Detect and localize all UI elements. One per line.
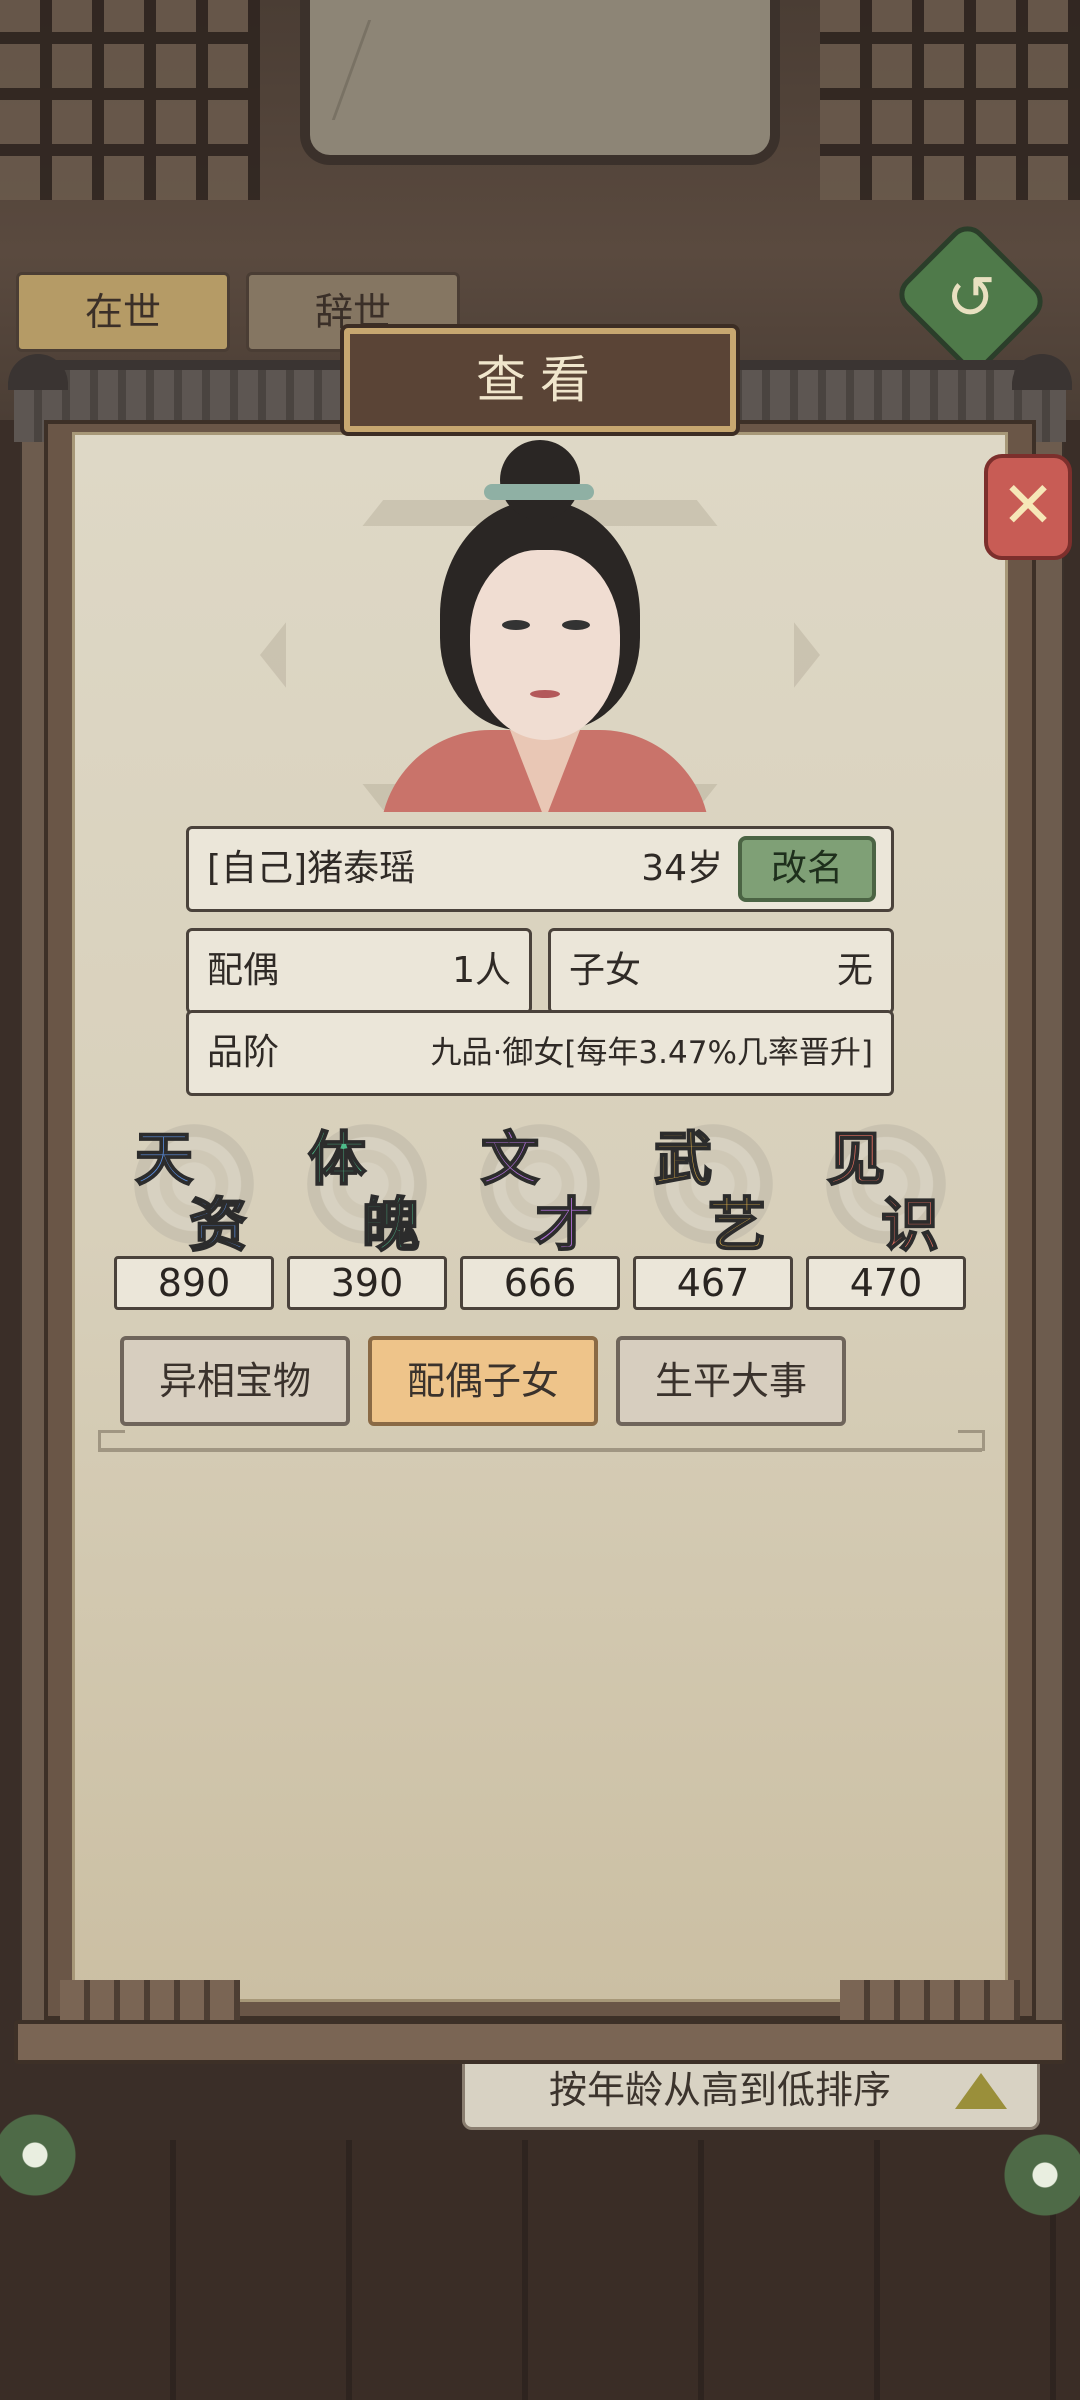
stat-value: 890 [114, 1256, 274, 1310]
wall-painting [300, 0, 780, 165]
stat-martial: 武 艺 467 [633, 1112, 793, 1310]
children-label: 子女 [569, 950, 642, 991]
children-row: 子女 无 [548, 928, 894, 1014]
stat-char-2: 魄 [361, 1190, 421, 1260]
tab-spouse-children[interactable]: 配偶子女 [368, 1336, 598, 1426]
character-portrait [380, 440, 710, 812]
flower-decoration-right [1000, 2130, 1080, 2220]
floor [0, 2140, 1080, 2400]
window-lattice-right [820, 0, 1080, 200]
sort-triangle-icon [955, 2073, 1007, 2109]
stat-char-1: 文 [480, 1124, 540, 1194]
stat-physique: 体 魄 390 [287, 1112, 447, 1310]
rank-value: 九品·御女[每年3.47%几率晋升] [430, 1035, 873, 1071]
stat-char-2: 艺 [707, 1190, 767, 1260]
section-divider [98, 1448, 982, 1452]
stat-value: 390 [287, 1256, 447, 1310]
tab-life-events[interactable]: 生平大事 [616, 1336, 846, 1426]
children-value: 无 [836, 950, 873, 991]
window-lattice-left [0, 0, 260, 200]
stat-talent: 天 资 890 [114, 1112, 274, 1310]
base-rail-right [840, 1980, 1020, 2020]
back-arrow-icon: ↺ [945, 263, 997, 333]
tab-treasures[interactable]: 异相宝物 [120, 1336, 350, 1426]
rename-button[interactable]: 改名 [738, 836, 876, 902]
divider-ornament-right [958, 1430, 985, 1451]
divider-ornament-left [98, 1430, 125, 1451]
stat-value: 470 [806, 1256, 966, 1310]
modal-title: 查看 [476, 351, 604, 409]
stat-char-2: 识 [880, 1190, 940, 1260]
stat-char-1: 见 [826, 1124, 886, 1194]
stat-char-1: 武 [653, 1124, 713, 1194]
rank-label: 品阶 [207, 1032, 280, 1073]
stat-value: 666 [460, 1256, 620, 1310]
stat-badge: 武 艺 [638, 1112, 788, 1260]
spouse-label: 配偶 [207, 950, 280, 991]
stat-badge: 体 魄 [292, 1112, 442, 1260]
base-rail-left [60, 1980, 240, 2020]
close-x-icon: ✕ [1001, 469, 1055, 543]
sort-label: 按年龄从高到低排序 [549, 2068, 892, 2112]
rank-row: 品阶 九品·御女[每年3.47%几率晋升] [186, 1010, 894, 1096]
character-name: [自己]猪泰瑶 [207, 848, 416, 889]
stat-char-2: 资 [188, 1190, 248, 1260]
character-age: 34岁 [641, 848, 723, 889]
stat-badge: 天 资 [119, 1112, 269, 1260]
modal-base [14, 2020, 1066, 2064]
stat-badge: 文 才 [465, 1112, 615, 1260]
stat-char-2: 才 [534, 1190, 594, 1260]
spouse-row: 配偶 1人 [186, 928, 532, 1014]
stat-char-1: 体 [307, 1124, 367, 1194]
stat-knowledge: 见 识 470 [806, 1112, 966, 1310]
stat-literary: 文 才 666 [460, 1112, 620, 1310]
close-button[interactable]: ✕ [984, 454, 1072, 560]
spouse-value: 1人 [452, 950, 511, 991]
stat-badge: 见 识 [811, 1112, 961, 1260]
stat-value: 467 [633, 1256, 793, 1310]
side-post-right [1032, 430, 1064, 2034]
stat-char-1: 天 [134, 1124, 194, 1194]
tab-alive[interactable]: 在世 [16, 272, 230, 352]
modal-title-plaque: 查看 [344, 328, 736, 432]
